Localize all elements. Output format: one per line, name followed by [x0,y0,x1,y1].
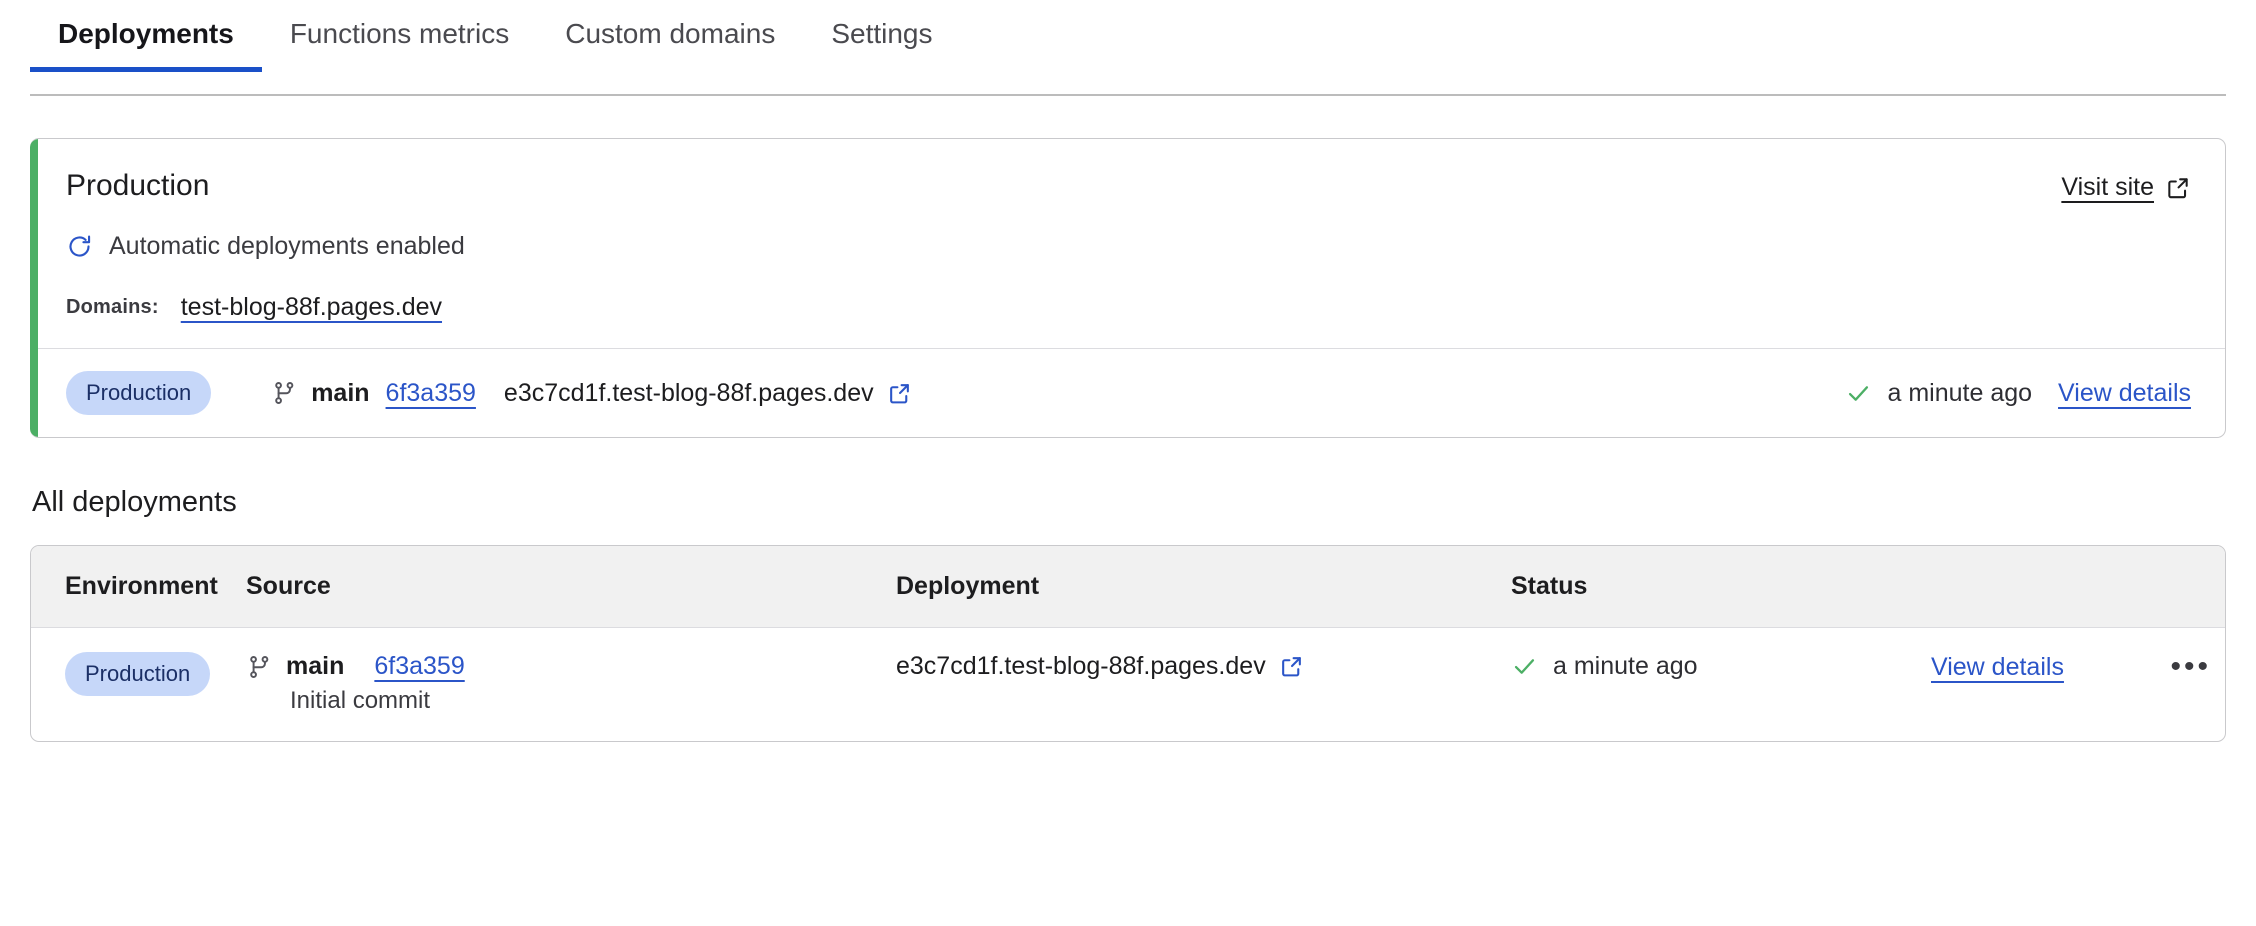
status-group: a minute ago [1845,379,2033,408]
row-deployment-cell: e3c7cd1f.test-blog-88f.pages.dev [896,628,1511,742]
production-card-header: Production Visit site [66,167,2191,202]
commit-hash-link[interactable]: 6f3a359 [386,379,476,408]
all-deployments-title: All deployments [32,486,2256,519]
table-header-row: Environment Source Deployment Status [31,546,2226,628]
status-timestamp: a minute ago [1888,379,2033,408]
external-link-icon [887,381,912,406]
commit-message: Initial commit [290,687,896,715]
tab-functions-metrics[interactable]: Functions metrics [262,0,537,72]
view-details-link[interactable]: View details [2058,379,2191,408]
production-domain-link[interactable]: test-blog-88f.pages.dev [181,293,442,322]
check-icon [1845,380,1872,407]
deployment-url-text: e3c7cd1f.test-blog-88f.pages.dev [504,379,874,408]
branch-name: main [311,379,369,408]
production-card-body: Production Visit site [30,139,2225,348]
automatic-deployments-label: Automatic deployments enabled [109,232,465,261]
row-status-cell: a minute ago [1511,628,1931,742]
deployments-page: Deployments Functions metrics Custom dom… [0,0,2256,926]
deployment-url-text: e3c7cd1f.test-blog-88f.pages.dev [896,652,1266,681]
git-branch-icon [271,380,297,406]
tab-bar: Deployments Functions metrics Custom dom… [30,0,2226,96]
tab-deployments[interactable]: Deployments [30,0,262,72]
production-card: Production Visit site [30,138,2226,438]
deployment-url[interactable]: e3c7cd1f.test-blog-88f.pages.dev [504,379,912,408]
ellipsis-icon[interactable]: ••• [2170,652,2211,682]
automatic-deployments-row: Automatic deployments enabled [66,232,2191,261]
domains-label: Domains: [66,296,159,319]
column-header-environment: Environment [31,546,246,628]
git-branch-icon [246,654,272,680]
tab-custom-domains[interactable]: Custom domains [537,0,803,72]
branch-name: main [286,652,344,681]
status-timestamp: a minute ago [1553,652,1698,681]
production-deployment-status: a minute ago View details [1845,379,2192,408]
production-deployment-info: Production main 6f3a359 e3c7cd1f.test-bl… [66,371,912,415]
external-link-icon [1279,654,1304,679]
all-deployments-table: Environment Source Deployment Status Pro… [30,545,2226,742]
status-group: a minute ago [1511,652,1698,681]
column-header-actions [1931,546,2226,628]
column-header-deployment: Deployment [896,546,1511,628]
refresh-icon [66,233,93,260]
visit-site-label: Visit site [2061,173,2154,202]
environment-badge: Production [66,371,211,415]
table-row: Production main [31,628,2226,742]
row-source-cell: main 6f3a359 Initial commit [246,628,896,742]
commit-hash-link[interactable]: 6f3a359 [374,652,464,681]
production-accent-bar [30,139,38,437]
production-deployment-row: Production main 6f3a359 e3c7cd1f.test-bl… [30,348,2225,437]
column-header-status: Status [1511,546,1931,628]
row-actions-cell: View details ••• [1931,628,2226,742]
visit-site-link[interactable]: Visit site [2061,167,2191,202]
row-environment-cell: Production [31,628,246,742]
deployment-url[interactable]: e3c7cd1f.test-blog-88f.pages.dev [896,652,1304,681]
environment-badge: Production [65,652,210,696]
check-icon [1511,653,1538,680]
view-details-link[interactable]: View details [1931,653,2064,682]
branch-group: main [271,379,369,408]
external-link-icon [2165,175,2191,201]
tab-settings[interactable]: Settings [803,0,960,72]
production-title: Production [66,167,209,202]
column-header-source: Source [246,546,896,628]
domains-row: Domains: test-blog-88f.pages.dev [66,293,2191,322]
